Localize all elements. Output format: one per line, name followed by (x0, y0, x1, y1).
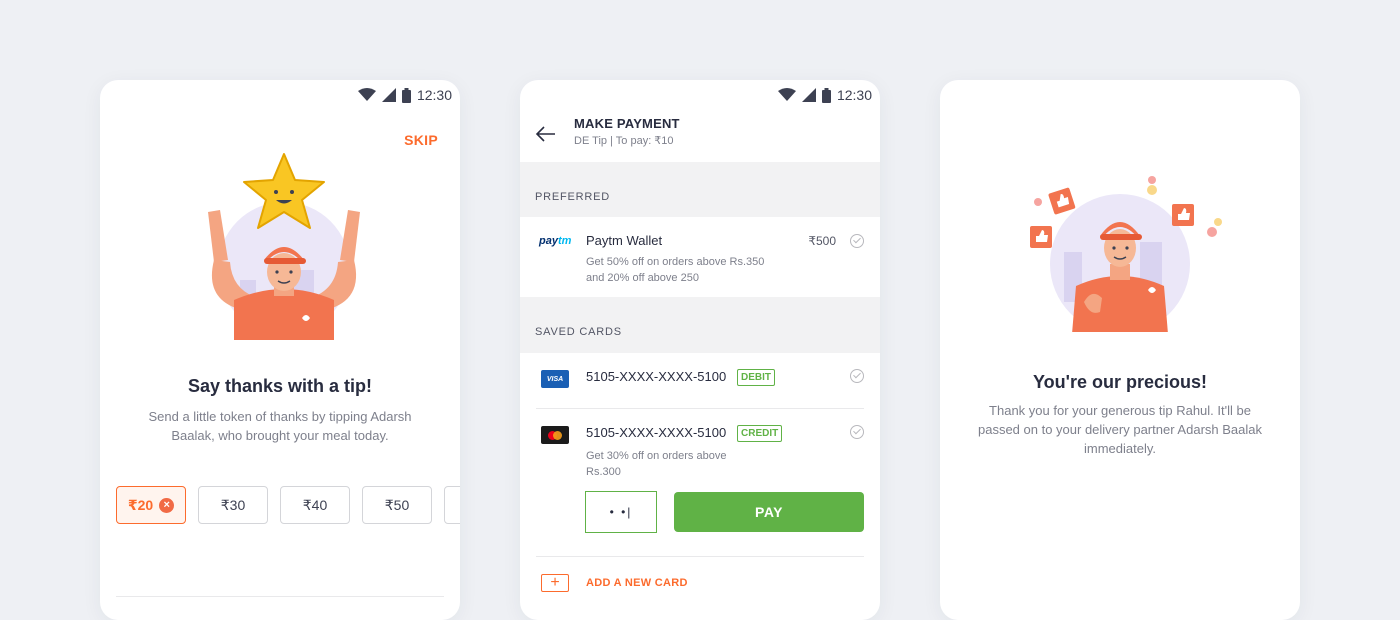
divider (536, 556, 864, 557)
card-type-badge: CREDIT (737, 425, 783, 442)
section-saved-cards: SAVED CARDS (520, 297, 880, 353)
payment-header: MAKE PAYMENT DE Tip | To pay: ₹10 (520, 114, 880, 162)
paytm-wallet-option[interactable]: paytm Paytm Wallet ₹500 Get 50% off on o… (520, 217, 880, 297)
mastercard-logo-icon (541, 426, 569, 444)
card-number: 5105-XXXX-XXXX-5100 (586, 369, 727, 384)
signal-icon (801, 88, 816, 102)
thanks-title: You're our precious! (1033, 372, 1207, 392)
add-new-card-link[interactable]: ADD A NEW CARD (586, 577, 688, 589)
saved-card-credit[interactable]: 5105-XXXX-XXXX-5100 CREDIT Get 30% off o… (520, 409, 880, 489)
check-icon[interactable] (850, 369, 864, 383)
card-offer: Get 30% off on orders above Rs.300 (586, 450, 727, 478)
visa-logo-icon: VISA (541, 370, 569, 388)
cvv-input[interactable]: • •| (585, 491, 657, 533)
wifi-icon (777, 88, 796, 101)
tip-option-more[interactable] (444, 486, 460, 524)
page-subtitle: DE Tip | To pay: ₹10 (574, 135, 674, 147)
back-arrow-icon[interactable] (534, 122, 558, 146)
paytm-logo-icon: paytm (539, 235, 572, 247)
check-icon[interactable] (850, 425, 864, 439)
check-icon[interactable] (850, 234, 864, 248)
section-label: PREFERRED (535, 191, 611, 203)
tip-option-50[interactable]: ₹50 (362, 486, 432, 524)
tip-amount: ₹40 (302, 496, 328, 513)
close-icon[interactable]: × (159, 497, 175, 513)
skip-button[interactable]: SKIP (404, 132, 438, 148)
saved-card-debit[interactable]: VISA 5105-XXXX-XXXX-5100 DEBIT (520, 353, 880, 408)
tip-subtitle: Send a little token of thanks by tipping… (148, 409, 412, 443)
tip-amount: ₹20 (127, 496, 154, 513)
wallet-offer: Get 50% off on orders above Rs.350 and 2… (586, 256, 765, 284)
delivery-star-illustration (208, 153, 360, 340)
signal-icon (381, 88, 396, 102)
section-label: SAVED CARDS (535, 326, 622, 338)
tip-option-30[interactable]: ₹30 (198, 486, 268, 524)
tip-title: Say thanks with a tip! (187, 376, 373, 396)
battery-icon (401, 87, 411, 103)
card-type-badge: DEBIT (737, 369, 775, 386)
divider (116, 596, 444, 597)
wallet-name: Paytm Wallet (586, 233, 663, 248)
status-time: 12:30 (836, 87, 872, 103)
thank-you-screen: You're our precious! Thank you for your … (940, 80, 1300, 620)
status-bar: 12:30 (777, 84, 872, 106)
tip-options: ₹20 × ₹30 ₹40 ₹50 (116, 486, 460, 524)
tip-amount: ₹30 (220, 496, 246, 513)
section-preferred: PREFERRED (520, 162, 880, 217)
add-card-icon[interactable]: + (541, 574, 569, 592)
card-number: 5105-XXXX-XXXX-5100 (586, 425, 727, 440)
status-bar: 12:30 (357, 84, 452, 106)
wifi-icon (357, 88, 376, 101)
wallet-balance: ₹500 (808, 234, 836, 248)
battery-icon (821, 87, 831, 103)
tip-amount: ₹50 (384, 496, 410, 513)
page-title: MAKE PAYMENT (574, 116, 680, 131)
status-time: 12:30 (416, 87, 452, 103)
tip-option-20[interactable]: ₹20 × (116, 486, 186, 524)
tip-option-40[interactable]: ₹40 (280, 486, 350, 524)
payment-screen: 12:30 MAKE PAYMENT DE Tip | To pay: ₹10 … (520, 80, 880, 620)
tip-screen: 12:30 SKIP Say thanks with a tip! Send a… (100, 80, 460, 620)
delivery-thumbs-up-illustration (1030, 176, 1222, 332)
pay-button[interactable]: PAY (674, 492, 864, 532)
thanks-message: Thank you for your generous tip Rahul. I… (977, 403, 1262, 456)
